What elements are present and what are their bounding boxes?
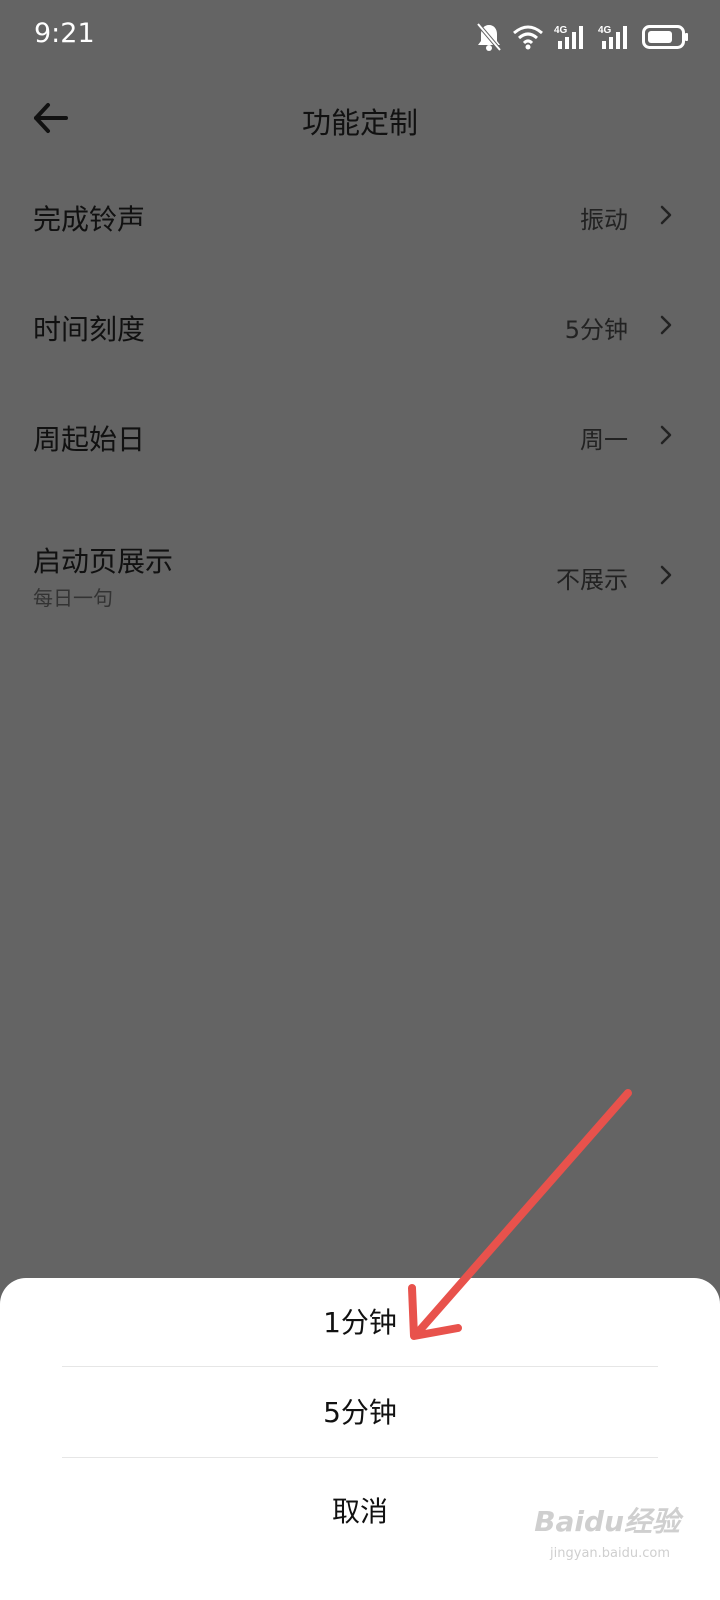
app-header: 功能定制: [0, 80, 720, 160]
chevron-right-icon: [660, 205, 672, 225]
setting-row-completion-ringtone[interactable]: 完成铃声 振动: [0, 160, 720, 270]
setting-label: 完成铃声: [33, 203, 146, 236]
setting-sublabel: 每日一句: [33, 586, 113, 610]
setting-label: 启动页展示: [33, 545, 174, 578]
setting-label: 周起始日: [33, 423, 146, 456]
setting-value: 周一: [580, 426, 628, 454]
baidu-watermark: Baidu经验 jingyan.baidu.com: [530, 1490, 680, 1590]
chevron-right-icon: [660, 565, 672, 585]
setting-row-time-scale[interactable]: 时间刻度 5分钟: [0, 270, 720, 380]
network-4g-label: 4G: [554, 25, 568, 36]
setting-label: 时间刻度: [33, 313, 146, 346]
signal-4g-icon: 4G: [554, 23, 588, 51]
status-time: 9:21: [34, 18, 95, 49]
signal-4g-icon: 4G: [598, 23, 632, 51]
wifi-icon: [512, 24, 544, 50]
setting-row-launch-page[interactable]: 启动页展示 每日一句 不展示: [0, 490, 720, 610]
option-5-minutes[interactable]: 5分钟: [62, 1369, 658, 1457]
option-1-minute[interactable]: 1分钟: [62, 1279, 658, 1367]
page-title: 功能定制: [301, 106, 418, 140]
network-4g-label: 4G: [598, 25, 612, 36]
setting-value: 5分钟: [564, 316, 628, 344]
watermark-logo: Baidu经验: [534, 1505, 680, 1538]
battery-icon: [642, 24, 690, 50]
bell-muted-icon: [476, 22, 502, 52]
chevron-right-icon: [660, 315, 672, 335]
setting-value: 振动: [580, 206, 628, 234]
status-icons: 4G 4G: [476, 22, 690, 52]
divider: [62, 1366, 658, 1367]
watermark-url: jingyan.baidu.com: [550, 1546, 670, 1561]
divider: [62, 1457, 658, 1458]
setting-value: 不展示: [556, 566, 628, 594]
chevron-right-icon: [660, 425, 672, 445]
status-bar: 9:21 4G 4G: [0, 0, 720, 80]
setting-row-week-start[interactable]: 周起始日 周一: [0, 380, 720, 490]
settings-list: 完成铃声 振动 时间刻度 5分钟 周起始日 周一 启动页展示 每日一句 不展示: [0, 160, 720, 610]
